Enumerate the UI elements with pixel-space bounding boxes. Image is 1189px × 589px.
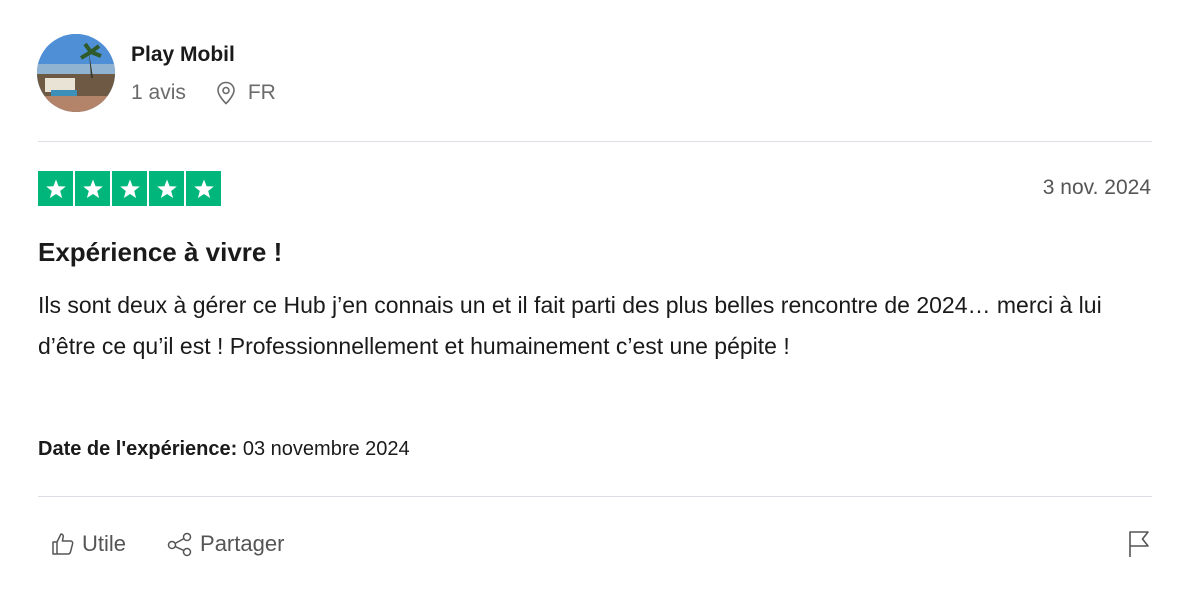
star-rating bbox=[38, 171, 221, 206]
review-date: 3 nov. 2024 bbox=[1042, 176, 1151, 199]
experience-date: Date de l'expérience: 03 novembre 2024 bbox=[38, 438, 410, 461]
share-button[interactable]: Partager bbox=[166, 531, 284, 557]
share-label: Partager bbox=[200, 531, 285, 556]
avatar[interactable] bbox=[37, 34, 115, 112]
useful-button[interactable]: Utile bbox=[50, 531, 126, 557]
reviewer-name[interactable]: Play Mobil bbox=[131, 41, 276, 69]
useful-label: Utile bbox=[82, 531, 127, 556]
review-count: 1 avis bbox=[131, 81, 186, 104]
review-card: Play Mobil 1 avis FR 3 nov. 2024 Expérie… bbox=[0, 0, 1189, 589]
review-actions: Utile Partager bbox=[50, 531, 324, 557]
star-icon bbox=[186, 171, 221, 206]
review-title[interactable]: Expérience à vivre ! bbox=[38, 237, 282, 268]
flag-icon bbox=[1129, 531, 1149, 557]
divider bbox=[38, 496, 1152, 497]
location-pin-icon bbox=[217, 81, 235, 105]
reviewer-header: Play Mobil 1 avis FR bbox=[37, 34, 276, 112]
star-icon bbox=[149, 171, 184, 206]
divider bbox=[38, 141, 1152, 142]
review-body: Ils sont deux à gérer ce Hub j’en connai… bbox=[38, 292, 1102, 359]
share-icon bbox=[167, 532, 192, 557]
star-icon bbox=[38, 171, 73, 206]
star-icon bbox=[112, 171, 147, 206]
star-icon bbox=[75, 171, 110, 206]
report-flag-button[interactable] bbox=[1127, 529, 1151, 564]
reviewer-location: FR bbox=[216, 81, 276, 105]
country-code: FR bbox=[247, 81, 276, 104]
experience-date-label: Date de l'expérience: bbox=[38, 438, 238, 460]
experience-date-value: 03 novembre 2024 bbox=[242, 438, 410, 460]
thumbs-up-icon bbox=[52, 533, 74, 555]
